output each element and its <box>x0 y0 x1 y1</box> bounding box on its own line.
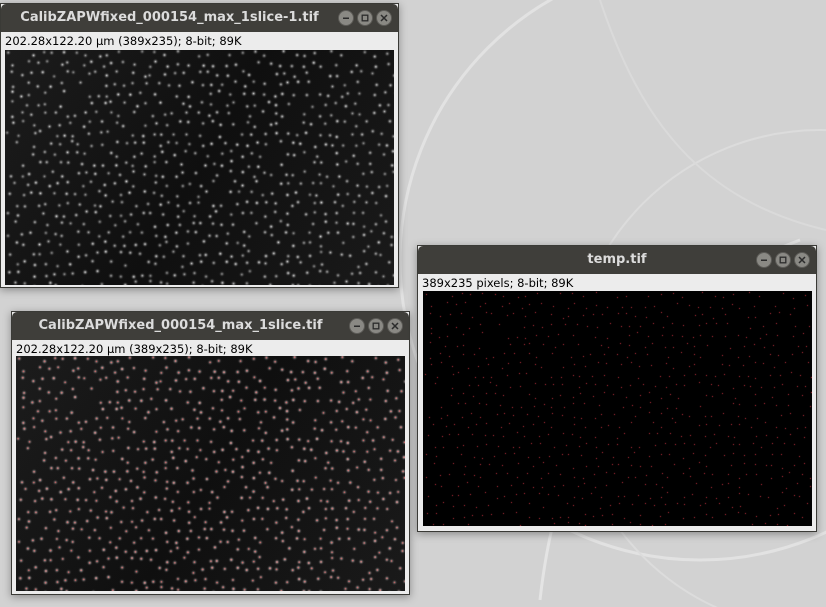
minimize-icon[interactable] <box>756 252 772 268</box>
window-title: CalibZAPWfixed_000154_max_1slice.tif <box>38 318 323 333</box>
image-info: 202.28x122.20 µm (389x235); 8-bit; 89K <box>5 34 242 48</box>
window-title: CalibZAPWfixed_000154_max_1slice-1.tif <box>20 10 319 25</box>
close-icon[interactable] <box>794 252 810 268</box>
image-canvas[interactable] <box>16 356 405 591</box>
image-window-1[interactable]: CalibZAPWfixed_000154_max_1slice-1.tif 2… <box>0 3 399 288</box>
maximize-icon[interactable] <box>368 318 384 334</box>
image-info: 389x235 pixels; 8-bit; 89K <box>422 276 574 290</box>
image-canvas[interactable] <box>5 50 394 285</box>
minimize-icon[interactable] <box>338 10 354 26</box>
minimize-icon[interactable] <box>349 318 365 334</box>
close-icon[interactable] <box>376 10 392 26</box>
image-canvas[interactable] <box>423 291 812 526</box>
title-bar[interactable]: CalibZAPWfixed_000154_max_1slice.tif <box>12 312 409 340</box>
image-window-temp[interactable]: temp.tif 389x235 pixels; 8-bit; 89K <box>417 245 817 532</box>
maximize-icon[interactable] <box>357 10 373 26</box>
close-icon[interactable] <box>387 318 403 334</box>
maximize-icon[interactable] <box>775 252 791 268</box>
image-window-2[interactable]: CalibZAPWfixed_000154_max_1slice.tif 202… <box>11 311 410 595</box>
image-info: 202.28x122.20 µm (389x235); 8-bit; 89K <box>16 342 253 356</box>
title-bar[interactable]: CalibZAPWfixed_000154_max_1slice-1.tif <box>1 4 398 32</box>
title-bar[interactable]: temp.tif <box>418 246 816 274</box>
